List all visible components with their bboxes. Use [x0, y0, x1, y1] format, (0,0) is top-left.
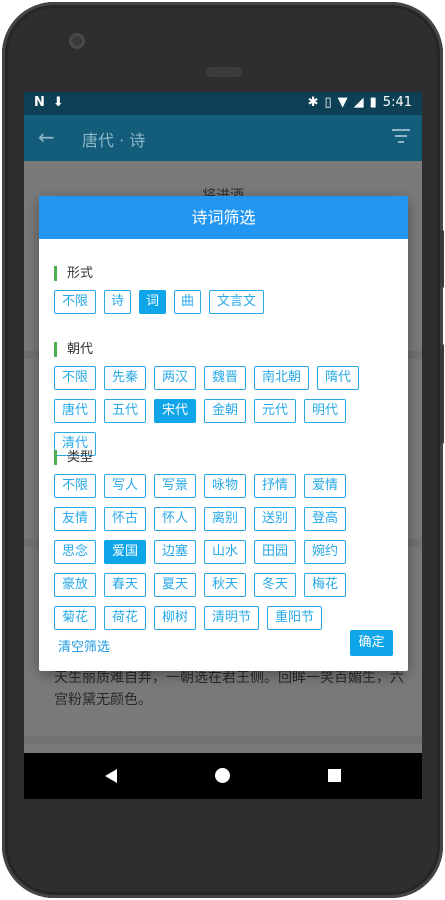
screen: N ⬇ ✱ ▯ ▼ ◢ ▮ 5:41 ← 唐代 · 诗 将进酒 天生丽质难自弃，	[24, 92, 422, 799]
filter-chip[interactable]: 思念	[54, 540, 96, 564]
app-bar: ← 唐代 · 诗	[24, 115, 422, 161]
bluetooth-icon: ✱	[307, 95, 319, 110]
filter-chip[interactable]: 唐代	[54, 399, 96, 423]
home-nav-icon[interactable]	[215, 768, 230, 783]
nav-bar	[24, 753, 422, 799]
filter-chip[interactable]: 婉约	[304, 540, 346, 564]
filter-chip[interactable]: 不限	[54, 290, 96, 314]
filter-chip[interactable]: 抒情	[254, 474, 296, 498]
filter-chip[interactable]: 隋代	[317, 366, 359, 390]
filter-dialog: 诗词筛选 清空筛选 确定 形式 不限诗词曲文言文 朝代 不限 先秦 两汉 魏晋 南北朝 隋代 唐代…	[39, 196, 408, 671]
filter-chip[interactable]: 魏晋	[204, 366, 246, 390]
filter-chip[interactable]: 南北朝	[254, 366, 309, 390]
front-camera	[69, 33, 85, 49]
filter-chip[interactable]: 送别	[254, 507, 296, 531]
filter-chip[interactable]: 离别	[204, 507, 246, 531]
filter-chip[interactable]: 重阳节	[267, 606, 322, 630]
filter-chip[interactable]: 写景	[154, 474, 196, 498]
filter-chip[interactable]: 两汉	[154, 366, 196, 390]
clock: 5:41	[382, 95, 412, 110]
filter-chip[interactable]: 宋代	[154, 399, 196, 423]
volume-button	[440, 344, 444, 444]
section-title: 朝代	[54, 342, 93, 357]
filter-chip[interactable]: 曲	[174, 290, 201, 314]
recents-nav-icon[interactable]	[328, 769, 341, 782]
filter-chip[interactable]: 爱国	[104, 540, 146, 564]
dialog-title: 诗词筛选	[39, 196, 408, 239]
filter-chip[interactable]: 边塞	[154, 540, 196, 564]
filter-chip[interactable]: 五代	[104, 399, 146, 423]
filter-chip[interactable]: 荷花	[104, 606, 146, 630]
filter-chip[interactable]: 菊花	[54, 606, 96, 630]
back-arrow-icon[interactable]: ←	[38, 125, 55, 149]
phone-frame: N ⬇ ✱ ▯ ▼ ◢ ▮ 5:41 ← 唐代 · 诗 将进酒 天生丽质难自弃，	[2, 2, 444, 898]
filter-chip[interactable]: 先秦	[104, 366, 146, 390]
filter-chip[interactable]: 友情	[54, 507, 96, 531]
filter-chip[interactable]: 怀人	[154, 507, 196, 531]
poem-excerpt: 天生丽质难自弃，一朝选在君王侧。回眸一笑百媚生，六宫粉黛无颜色。	[54, 670, 404, 708]
vibrate-icon: ▯	[324, 95, 332, 110]
filter-chip[interactable]: 柳树	[154, 606, 196, 630]
filter-chip[interactable]: 夏天	[154, 573, 196, 597]
filter-chip[interactable]: 登高	[304, 507, 346, 531]
wifi-icon: ▼	[337, 95, 348, 110]
filter-chip[interactable]: 词	[139, 290, 166, 314]
section-title: 形式	[54, 266, 93, 281]
power-button	[440, 230, 444, 288]
page-title: 唐代 · 诗	[82, 131, 146, 150]
filter-chip[interactable]: 明代	[304, 399, 346, 423]
filter-chip[interactable]: 秋天	[204, 573, 246, 597]
filter-chip[interactable]: 冬天	[254, 573, 296, 597]
status-bar: N ⬇ ✱ ▯ ▼ ◢ ▮ 5:41	[24, 92, 422, 115]
filter-chip[interactable]: 不限	[54, 366, 96, 390]
earpiece-speaker	[206, 67, 242, 77]
confirm-button[interactable]: 确定	[350, 630, 393, 656]
filter-chip[interactable]: 豪放	[54, 573, 96, 597]
filter-chip[interactable]: 不限	[54, 474, 96, 498]
filter-chip[interactable]: 山水	[204, 540, 246, 564]
card-divider	[24, 736, 422, 744]
section-title: 类型	[54, 450, 93, 465]
back-nav-icon[interactable]	[105, 769, 117, 783]
filter-chip[interactable]: 怀古	[104, 507, 146, 531]
filter-chip[interactable]: 田园	[254, 540, 296, 564]
n-icon: N	[34, 95, 45, 110]
filter-chip[interactable]: 爱情	[304, 474, 346, 498]
filter-chip[interactable]: 元代	[254, 399, 296, 423]
signal-icon: ◢	[353, 95, 364, 110]
filter-chip[interactable]: 文言文	[209, 290, 264, 314]
filter-chip[interactable]: 咏物	[204, 474, 246, 498]
filter-chip[interactable]: 金朝	[204, 399, 246, 423]
filter-chip[interactable]: 诗	[104, 290, 131, 314]
filter-chip[interactable]: 清明节	[204, 606, 259, 630]
download-icon: ⬇	[52, 95, 64, 110]
battery-icon: ▮	[369, 95, 377, 110]
clear-filter-button[interactable]: 清空筛选	[58, 636, 110, 655]
filter-icon[interactable]	[392, 129, 410, 147]
filter-chip[interactable]: 写人	[104, 474, 146, 498]
filter-chip[interactable]: 梅花	[304, 573, 346, 597]
filter-chip[interactable]: 春天	[104, 573, 146, 597]
